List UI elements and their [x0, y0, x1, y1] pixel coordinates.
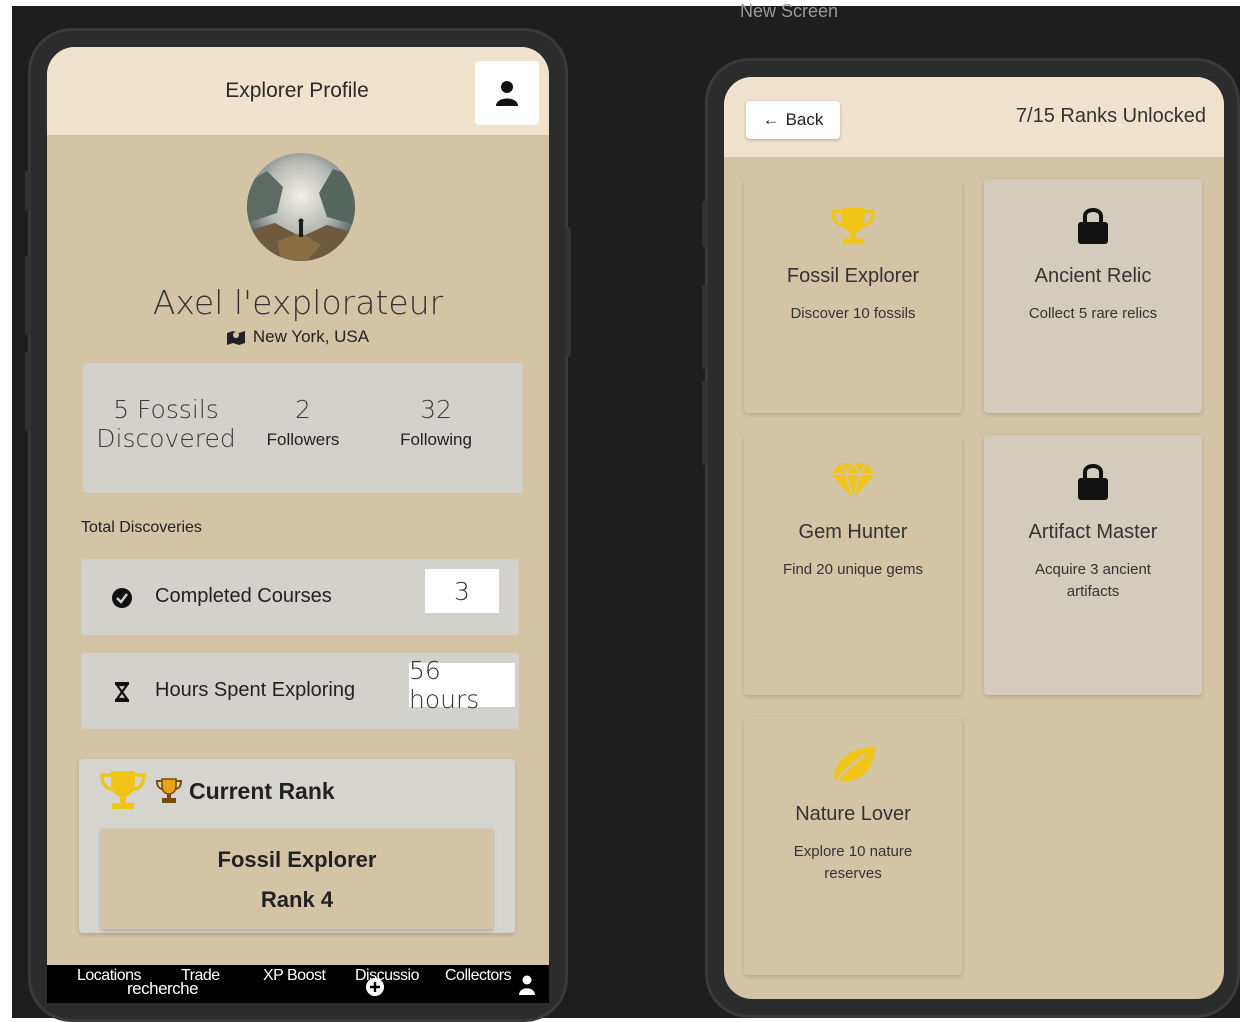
achievement-name: Fossil Explorer: [786, 265, 920, 287]
add-circle-icon[interactable]: [365, 977, 385, 997]
achievement-name: Gem Hunter: [798, 521, 908, 543]
nav-xp-boost[interactable]: XP Boost: [263, 967, 326, 985]
side-button: [702, 381, 708, 465]
ranks-unlocked-count: 7/15 Ranks Unlocked: [1015, 105, 1206, 127]
side-button: [25, 255, 31, 335]
trophy-icon: [100, 771, 146, 809]
stat-value: 2: [295, 395, 311, 424]
ranks-header: ← Back 7/15 Ranks Unlocked: [724, 77, 1224, 157]
row-label: Hours Spent Exploring: [155, 679, 356, 701]
side-button: [702, 201, 708, 247]
profile-screen: Explorer Profile Axel l'explorateur New …: [47, 47, 549, 1003]
completed-courses-value: 3: [425, 569, 499, 613]
stat-followers[interactable]: 2 Followers: [253, 395, 353, 450]
gem-icon: [744, 461, 962, 505]
rank-title: Current Rank: [189, 777, 335, 804]
stats-card: 5 Fossils Discovered 2 Followers 32 Foll…: [83, 363, 523, 493]
side-button: [702, 285, 708, 369]
stat-value: 32: [420, 395, 452, 424]
person-icon: [496, 81, 518, 106]
achievement-card-locked[interactable]: Artifact Master Acquire 3 ancient artifa…: [984, 435, 1202, 695]
achievement-desc: Explore 10 nature reserves: [793, 843, 913, 882]
achievement-name: Nature Lover: [795, 803, 911, 825]
stat-label: Discovered: [96, 424, 236, 453]
lock-icon: [984, 205, 1202, 249]
profile-header: Explorer Profile: [47, 47, 549, 135]
achievement-card-locked[interactable]: Ancient Relic Collect 5 rare relics: [984, 179, 1202, 413]
canvas-left-edge: [0, 6, 12, 1022]
rank-box: Fossil Explorer Rank 4: [101, 829, 493, 929]
page-title: Explorer Profile: [225, 79, 369, 102]
rank-name: Fossil Explorer: [217, 847, 377, 872]
stat-label: Followers: [266, 430, 340, 449]
achievement-desc: Acquire 3 ancient artifacts: [1035, 561, 1151, 600]
achievement-card[interactable]: Fossil Explorer Discover 10 fossils: [744, 179, 962, 413]
trophy-emoji-icon: [155, 778, 183, 803]
avatar[interactable]: [247, 153, 355, 261]
achievement-name: Ancient Relic: [1034, 265, 1152, 287]
section-label: Total Discoveries: [81, 519, 202, 536]
achievement-desc: Find 20 unique gems: [782, 561, 924, 578]
hours-value: 56 hours: [409, 656, 515, 714]
row-label: Completed Courses: [155, 585, 332, 607]
phone-frame-profile: Explorer Profile Axel l'explorateur New …: [25, 28, 571, 1022]
profile-button[interactable]: [475, 61, 539, 125]
trophy-icon: [744, 205, 962, 249]
nav-recherche[interactable]: recherche: [127, 979, 199, 999]
rank-level: Rank 4: [260, 887, 334, 912]
map-icon: [226, 331, 245, 345]
back-button[interactable]: ← Back: [746, 101, 840, 139]
stat-value: 5 Fossils: [113, 395, 219, 424]
person-icon[interactable]: [519, 975, 535, 995]
stat-label: Following: [400, 430, 472, 449]
side-button: [25, 351, 31, 431]
check-circle-icon: [112, 588, 132, 608]
leaf-icon: [744, 743, 962, 787]
achievement-card[interactable]: Nature Lover Explore 10 nature reserves: [744, 717, 962, 975]
rank-heading: Current Rank: [99, 769, 335, 813]
user-name: Axel l'explorateur: [152, 283, 444, 322]
hourglass-icon: [114, 682, 130, 702]
stat-following[interactable]: 32 Following: [383, 395, 489, 450]
achievement-card[interactable]: Gem Hunter Find 20 unique gems: [744, 435, 962, 695]
completed-courses-row: Completed Courses 3: [81, 559, 519, 635]
phone-frame-ranks: ← Back 7/15 Ranks Unlocked Fossil Explor…: [702, 58, 1240, 1018]
current-rank-card: Current Rank Fossil Explorer Rank 4: [79, 759, 515, 933]
achievement-name: Artifact Master: [1028, 521, 1158, 543]
canvas-top-edge: [0, 0, 1240, 6]
user-location: New York, USA: [47, 327, 549, 347]
ranks-screen: ← Back 7/15 Ranks Unlocked Fossil Explor…: [724, 77, 1224, 999]
location-text: New York, USA: [252, 327, 370, 346]
achievement-desc: Collect 5 rare relics: [1028, 305, 1158, 322]
power-button: [565, 227, 571, 357]
nav-collectors[interactable]: Collectors: [445, 967, 512, 985]
side-button: [25, 171, 31, 211]
bottom-nav: Locations Trade recherche XP Boost Discu…: [47, 965, 549, 1003]
achievement-desc: Discover 10 fossils: [790, 305, 916, 322]
hours-exploring-row: Hours Spent Exploring 56 hours: [81, 653, 519, 729]
back-label: Back: [785, 110, 824, 129]
lock-icon: [984, 461, 1202, 505]
stat-fossils: 5 Fossils Discovered: [85, 395, 247, 453]
arrow-left-icon: ←: [762, 110, 780, 129]
screen-caption: New Screen: [740, 1, 839, 21]
